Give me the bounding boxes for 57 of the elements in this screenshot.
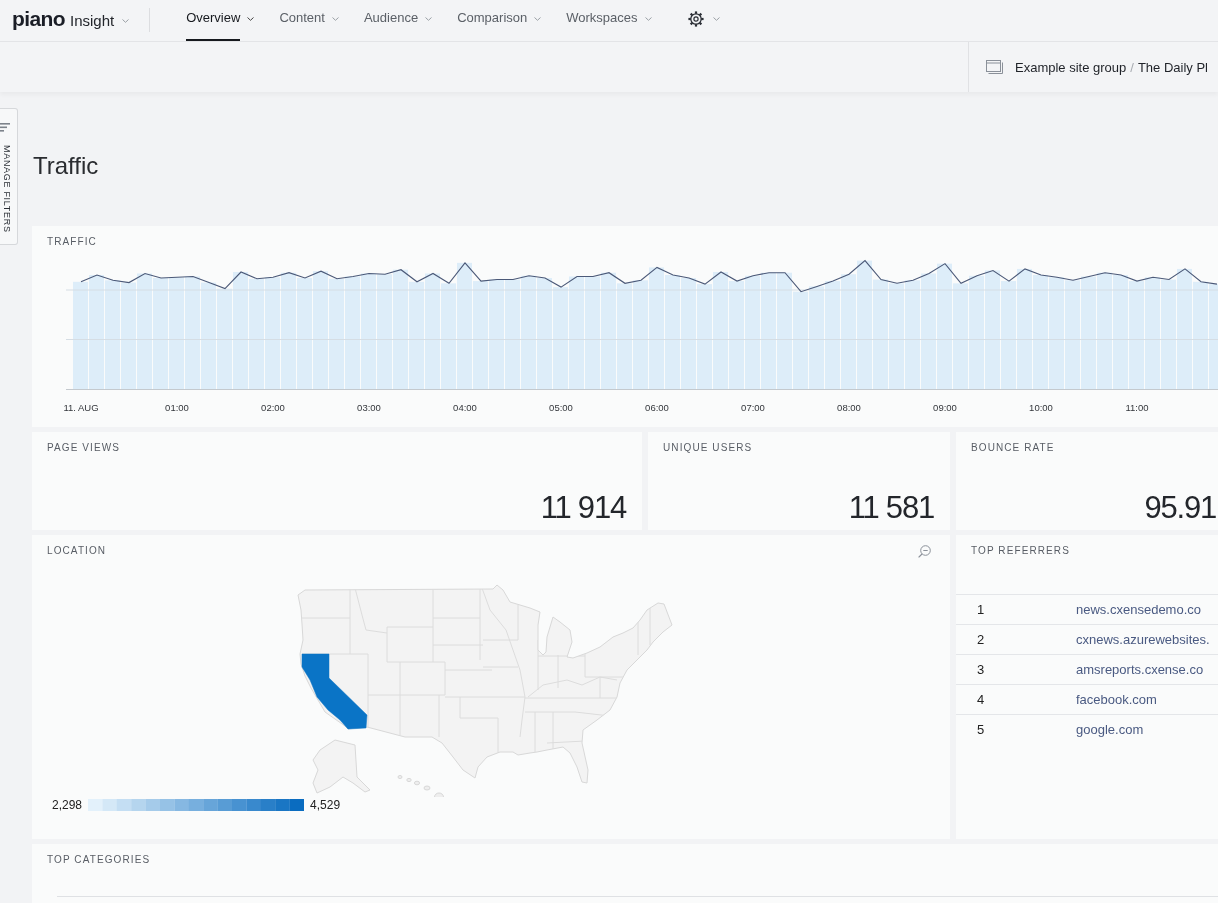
axis-label: 06:00 xyxy=(645,402,669,413)
axis-label: 02:00 xyxy=(261,402,285,413)
settings-icon xyxy=(686,9,705,28)
nav-tab[interactable]: Content xyxy=(279,0,339,41)
stat-value: 11 914 xyxy=(540,489,626,527)
breadcrumb-link[interactable]: The Daily Pl xyxy=(1137,59,1208,75)
zoom-out-button[interactable] xyxy=(918,544,931,558)
caret-icon xyxy=(644,16,652,21)
caret-icon xyxy=(247,16,255,21)
page-title: Traffic xyxy=(33,151,99,181)
axis-label: 11. AUG xyxy=(63,402,99,413)
axis-label: 01:00 xyxy=(165,402,189,413)
logo: piano xyxy=(12,7,65,31)
rank-cell: 2 xyxy=(977,632,985,647)
card-title: TRAFFIC xyxy=(47,236,97,248)
card-title: PAGE VIEWS xyxy=(47,442,121,454)
nav-tab[interactable]: Comparison xyxy=(457,0,542,41)
axis-label: 07:00 xyxy=(741,402,765,413)
filter-icon xyxy=(0,123,10,132)
card-title: BOUNCE RATE xyxy=(971,442,1055,454)
breadcrumb-link[interactable]: Example site group xyxy=(1015,59,1127,75)
axis-label: 08:00 xyxy=(837,402,861,413)
axis-label: 03:00 xyxy=(357,402,381,413)
card-title: UNIQUE USERS xyxy=(663,442,753,454)
axis-label: 10:00 xyxy=(1029,402,1053,413)
rank-cell: 3 xyxy=(977,662,985,677)
axis-label: 11:00 xyxy=(1125,402,1149,413)
card-title: TOP REFERRERS xyxy=(971,545,1070,557)
legend-max-label: 4,529 xyxy=(310,798,341,812)
stat-value: 11 581 xyxy=(848,489,934,527)
card-title: TOP CATEGORIES xyxy=(47,854,151,866)
axis-label: 09:00 xyxy=(933,402,957,413)
caret-icon xyxy=(122,18,130,23)
product-menu-button[interactable]: Insight xyxy=(65,0,130,41)
window-icon xyxy=(986,60,1003,74)
nav-tab[interactable]: Audience xyxy=(363,0,433,41)
referrer-link[interactable]: news.cxensedemo.co xyxy=(1076,602,1201,617)
legend-min-label: 2,298 xyxy=(52,798,83,812)
referrer-link[interactable]: facebook.com xyxy=(1076,692,1157,707)
rank-cell: 1 xyxy=(977,602,985,617)
caret-icon xyxy=(331,16,339,21)
zoom-out-icon xyxy=(918,544,931,558)
referrer-link[interactable]: cxnews.azurewebsites. xyxy=(1076,632,1210,647)
card-title: LOCATION xyxy=(47,545,107,557)
stat-value: 95.91 xyxy=(1144,489,1216,527)
caret-icon xyxy=(425,16,433,21)
axis-label: 04:00 xyxy=(453,402,477,413)
nav-tab[interactable]: Workspaces xyxy=(566,0,652,41)
rank-cell: 5 xyxy=(977,722,985,737)
manage-filters-tab[interactable]: MANAGE FILTERS xyxy=(0,108,18,245)
referrer-link[interactable]: amsreports.cxense.co xyxy=(1076,662,1204,677)
referrer-link[interactable]: google.com xyxy=(1076,722,1144,737)
caret-icon xyxy=(712,16,720,21)
breadcrumb-separator: / xyxy=(1130,59,1134,75)
rank-cell: 4 xyxy=(977,692,985,707)
caret-icon xyxy=(534,16,542,21)
axis-label: 05:00 xyxy=(549,402,573,413)
